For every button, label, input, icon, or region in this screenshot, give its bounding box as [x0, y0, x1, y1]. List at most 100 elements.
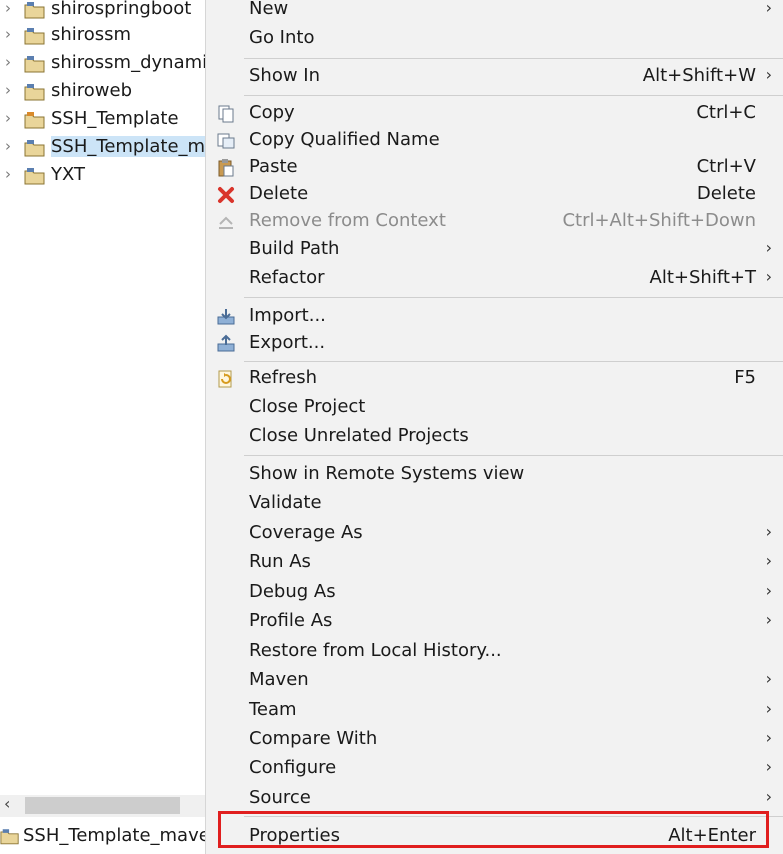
submenu-arrow-icon: ›: [765, 65, 772, 84]
menu-item-shortcut: Alt+Shift+T: [649, 267, 756, 288]
menu-item-label: Coverage As: [249, 522, 363, 543]
menu-item-refactor[interactable]: Refactor Alt+Shift+T ›: [206, 265, 783, 293]
menu-item-label: Copy: [249, 102, 295, 123]
menu-item-build-path[interactable]: Build Path ›: [206, 236, 783, 264]
refresh-icon: [218, 370, 232, 388]
submenu-arrow-icon: ›: [765, 522, 772, 541]
project-folder-icon: [24, 28, 45, 45]
menu-separator: [244, 297, 783, 298]
chevron-right-icon[interactable]: ›: [5, 25, 11, 43]
menu-item-label: New: [249, 0, 289, 19]
submenu-arrow-icon: ›: [765, 787, 772, 806]
delete-icon: [218, 187, 234, 203]
menu-item-label: Paste: [249, 156, 298, 177]
status-bar: SSH_Template_mave: [0, 820, 205, 854]
chevron-right-icon[interactable]: ›: [5, 53, 11, 71]
menu-item-go-into[interactable]: Go Into: [206, 25, 783, 53]
menu-item-delete[interactable]: Delete Delete: [206, 181, 783, 209]
project-folder-icon: [24, 168, 45, 185]
tree-item-shirossm-dynamic[interactable]: › shirossm_dynami: [0, 50, 205, 78]
tree-item-label: shirossm_dynami: [51, 52, 205, 73]
menu-item-close-project[interactable]: Close Project: [206, 394, 783, 422]
menu-item-shortcut: Ctrl+V: [696, 156, 756, 177]
menu-item-label: Export...: [249, 332, 326, 353]
menu-item-maven[interactable]: Maven ›: [206, 667, 783, 695]
menu-item-label: Close Unrelated Projects: [249, 425, 469, 446]
menu-item-shortcut: Delete: [696, 183, 756, 204]
project-folder-icon: [24, 112, 45, 129]
menu-item-validate[interactable]: Validate: [206, 490, 783, 518]
menu-item-label: Copy Qualified Name: [249, 129, 440, 150]
menu-item-label: Close Project: [249, 396, 366, 417]
chevron-right-icon[interactable]: ›: [5, 81, 11, 99]
menu-separator: [244, 95, 783, 96]
menu-item-remove-from-context[interactable]: Remove from Context Ctrl+Alt+Shift+Down: [206, 208, 783, 236]
chevron-right-icon[interactable]: ›: [5, 109, 11, 127]
tree-item-label: YXT: [51, 164, 86, 185]
menu-item-shortcut: Ctrl+C: [696, 102, 756, 123]
menu-item-import[interactable]: Import...: [206, 303, 783, 331]
menu-item-export[interactable]: Export...: [206, 330, 783, 358]
tree-item-label: SSH_Template_m: [51, 136, 205, 157]
menu-item-debug-as[interactable]: Debug As ›: [206, 579, 783, 607]
submenu-arrow-icon: ›: [765, 669, 772, 688]
menu-item-paste[interactable]: Paste Ctrl+V: [206, 154, 783, 182]
menu-item-new[interactable]: New ›: [206, 0, 783, 24]
menu-item-show-in-remote-systems-view[interactable]: Show in Remote Systems view: [206, 461, 783, 489]
horizontal-scrollbar[interactable]: ‹: [0, 794, 205, 817]
chevron-right-icon[interactable]: ›: [5, 137, 11, 155]
menu-item-label: Source: [249, 787, 311, 808]
menu-item-label: Build Path: [249, 238, 340, 259]
menu-item-team[interactable]: Team ›: [206, 697, 783, 725]
menu-item-shortcut: F5: [734, 367, 756, 388]
tree-item-shiroweb[interactable]: › shiroweb: [0, 78, 205, 106]
menu-item-close-unrelated-projects[interactable]: Close Unrelated Projects: [206, 423, 783, 451]
tree-item-shirossm[interactable]: › shirossm: [0, 22, 205, 50]
tree-item-yxt[interactable]: › YXT: [0, 162, 205, 190]
chevron-right-icon[interactable]: ›: [5, 0, 11, 17]
menu-item-label: Import...: [249, 305, 326, 326]
menu-item-label: Maven: [249, 669, 309, 690]
submenu-arrow-icon: ›: [765, 238, 772, 257]
tree-item-ssh-template-maven[interactable]: › SSH_Template_m: [0, 134, 205, 162]
tree-item-label: shiroweb: [51, 80, 133, 101]
submenu-arrow-icon: ›: [765, 551, 772, 570]
menu-item-shortcut: Alt+Shift+W: [642, 65, 756, 86]
menu-item-profile-as[interactable]: Profile As ›: [206, 608, 783, 636]
menu-item-label: Show in Remote Systems view: [249, 463, 525, 484]
export-icon: [217, 334, 235, 352]
menu-item-coverage-as[interactable]: Coverage As ›: [206, 520, 783, 548]
maven-project-icon: [24, 140, 45, 157]
chevron-right-icon[interactable]: ›: [5, 165, 11, 183]
menu-item-copy[interactable]: Copy Ctrl+C: [206, 100, 783, 128]
copy-icon: [218, 105, 234, 123]
submenu-arrow-icon: ›: [765, 267, 772, 286]
menu-separator: [244, 58, 783, 59]
project-folder-icon: [24, 56, 45, 73]
scrollbar-thumb[interactable]: [25, 797, 180, 814]
menu-item-label: Refresh: [249, 367, 317, 388]
project-explorer-tree: › shirospringboot › shirossm › shirossm_…: [0, 0, 205, 790]
scroll-left-icon[interactable]: ‹: [4, 794, 10, 813]
menu-item-label: Profile As: [249, 610, 333, 631]
tree-item-shirospringboot[interactable]: › shirospringboot: [0, 0, 205, 24]
tree-item-ssh-template[interactable]: › SSH_Template: [0, 106, 205, 134]
menu-item-label: Debug As: [249, 581, 336, 602]
menu-item-restore-from-local-history[interactable]: Restore from Local History...: [206, 638, 783, 666]
paste-icon: [218, 159, 234, 177]
status-label: SSH_Template_mave: [23, 825, 205, 846]
menu-item-label: Remove from Context: [249, 210, 446, 231]
menu-item-configure[interactable]: Configure ›: [206, 755, 783, 783]
menu-item-run-as[interactable]: Run As ›: [206, 549, 783, 577]
menu-item-label: Refactor: [249, 267, 325, 288]
menu-item-show-in[interactable]: Show In Alt+Shift+W ›: [206, 63, 783, 91]
menu-item-label: Configure: [249, 757, 337, 778]
project-folder-icon: [24, 2, 45, 19]
annotation-highlight-box: [218, 811, 769, 848]
menu-item-compare-with[interactable]: Compare With ›: [206, 726, 783, 754]
menu-item-copy-qualified-name[interactable]: Copy Qualified Name: [206, 127, 783, 155]
project-folder-icon: [24, 84, 45, 101]
menu-item-source[interactable]: Source ›: [206, 785, 783, 813]
import-icon: [217, 309, 235, 325]
menu-item-refresh[interactable]: Refresh F5: [206, 365, 783, 393]
